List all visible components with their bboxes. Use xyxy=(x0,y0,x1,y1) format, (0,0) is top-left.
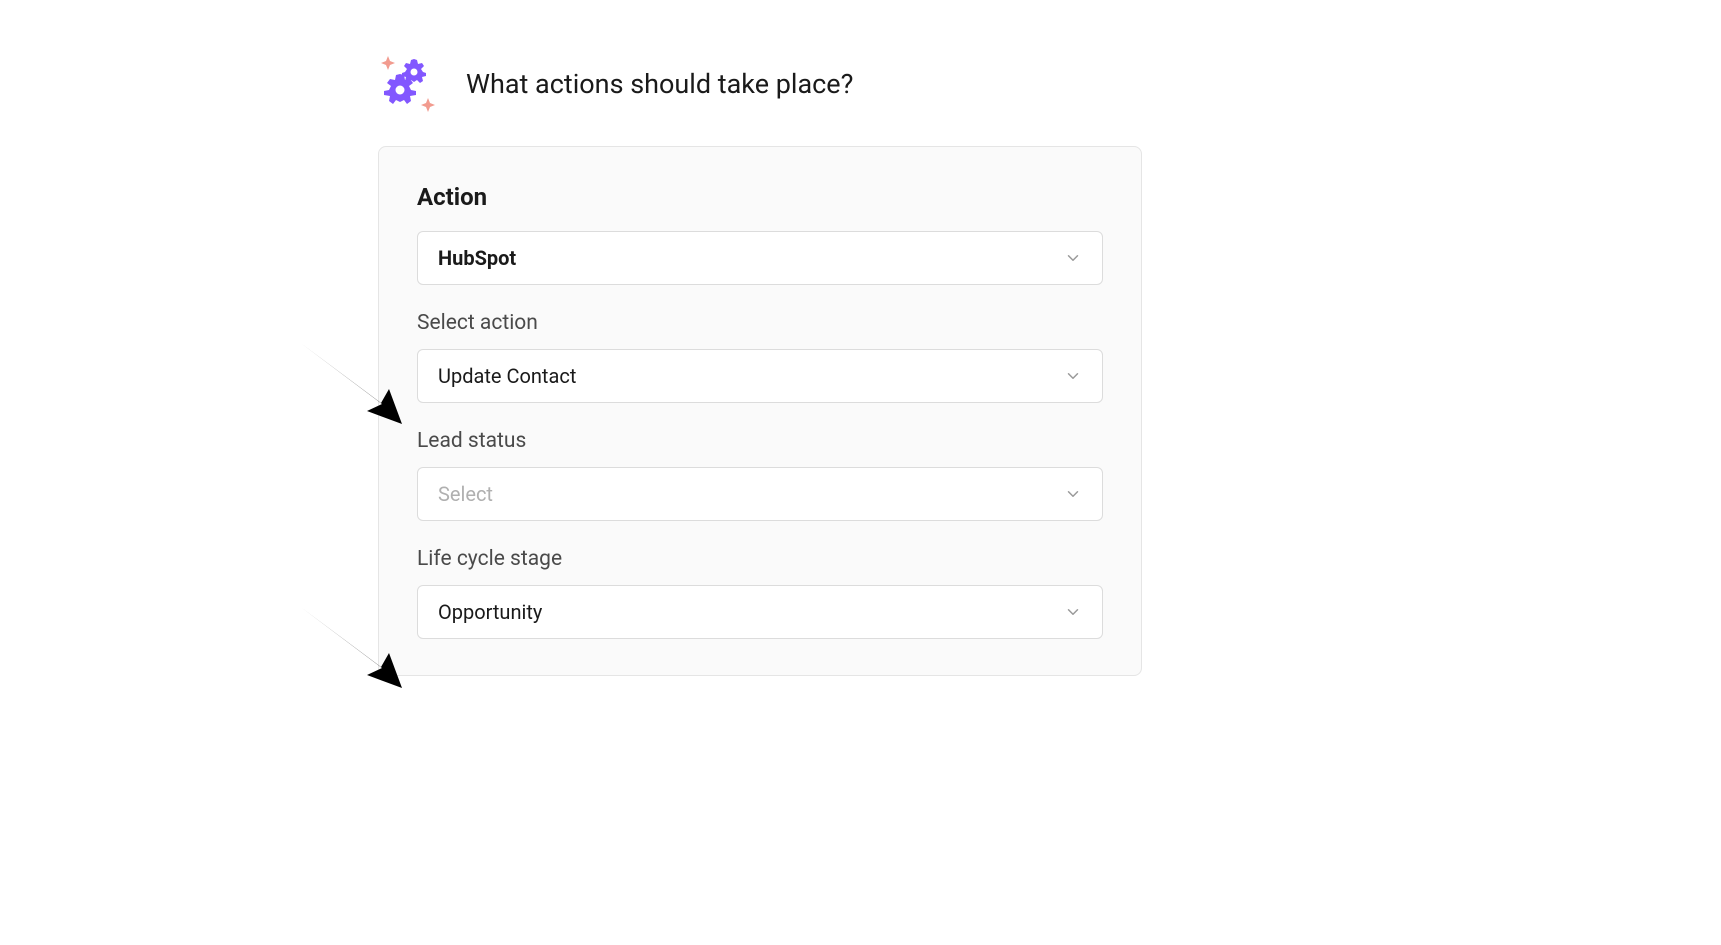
lead-status-dropdown[interactable]: Select xyxy=(417,467,1103,521)
chevron-down-icon xyxy=(1064,603,1082,621)
lifecycle-label: Life cycle stage xyxy=(417,547,1103,571)
lead-status-label: Lead status xyxy=(417,429,1103,453)
lifecycle-dropdown[interactable]: Opportunity xyxy=(417,585,1103,639)
card-section-title: Action xyxy=(417,183,1103,211)
chevron-down-icon xyxy=(1064,367,1082,385)
action-card: Action HubSpot Select action Update Cont… xyxy=(378,146,1142,676)
gears-icon xyxy=(378,52,442,116)
select-action-dropdown[interactable]: Update Contact xyxy=(417,349,1103,403)
section-header: What actions should take place? xyxy=(378,52,1142,116)
select-action-label: Select action xyxy=(417,311,1103,335)
lifecycle-value: Opportunity xyxy=(438,600,542,624)
integration-value: HubSpot xyxy=(438,246,516,270)
annotation-arrow-icon xyxy=(297,339,407,429)
lead-status-placeholder: Select xyxy=(438,482,493,506)
chevron-down-icon xyxy=(1064,485,1082,503)
section-title: What actions should take place? xyxy=(466,68,853,100)
annotation-arrow-icon xyxy=(297,603,407,693)
select-action-value: Update Contact xyxy=(438,364,576,388)
chevron-down-icon xyxy=(1064,249,1082,267)
integration-dropdown[interactable]: HubSpot xyxy=(417,231,1103,285)
